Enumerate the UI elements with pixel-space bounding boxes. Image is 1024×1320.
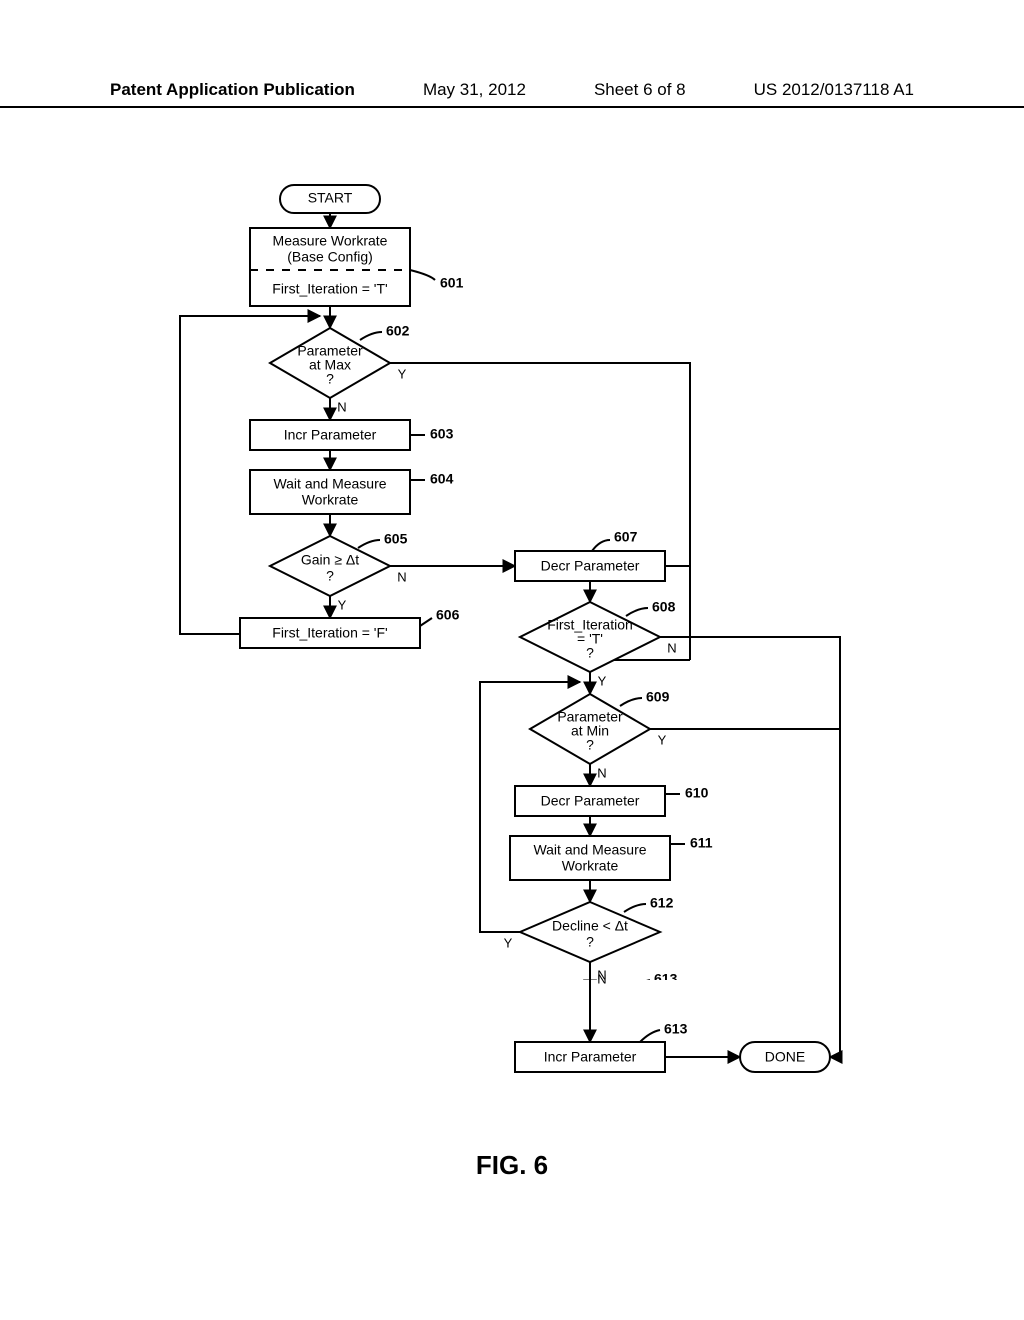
svg-text:613: 613 [664,1021,688,1037]
svg-text:Incr Parameter: Incr Parameter [284,427,377,443]
label-602: 602 [386,323,410,339]
leader-602 [360,332,382,340]
svg-text:N: N [597,971,606,986]
svg-text:Measure Workrate: Measure Workrate [273,233,388,249]
svg-text:Wait and Measure: Wait and Measure [273,476,386,492]
header-pubno: US 2012/0137118 A1 [754,80,914,100]
label-603: 603 [430,426,454,442]
page-header: Patent Application Publication May 31, 2… [0,80,1024,108]
label-609: 609 [646,689,670,705]
label-606: 606 [436,607,460,623]
leader-606 [420,618,432,626]
label-610: 610 [685,785,709,801]
svg-text:?: ? [326,371,334,387]
svg-text:Y: Y [398,366,407,381]
svg-text:(Base Config): (Base Config) [287,249,373,265]
label-601: 601 [440,275,464,291]
svg-text:?: ? [586,737,594,753]
svg-text:Decline < Δt: Decline < Δt [552,918,628,934]
leader-601 [410,270,435,280]
flowchart: START Measure Workrate (Base Config) Fir… [120,180,920,1130]
header-left: Patent Application Publication [110,80,355,100]
svg-text:Y: Y [504,935,513,950]
svg-text:N: N [597,765,606,780]
svg-text:Y: Y [658,732,667,747]
svg-text:First_Iteration = 'T': First_Iteration = 'T' [272,281,387,297]
label-608: 608 [652,599,676,615]
svg-text:Wait and Measure: Wait and Measure [533,842,646,858]
header-date: May 31, 2012 [423,80,526,100]
svg-text:Y: Y [598,673,607,688]
leader-608 [626,608,648,616]
label-607: 607 [614,529,638,545]
leader-612 [624,904,646,912]
svg-text:DONE: DONE [765,1049,805,1065]
figure-caption: FIG. 6 [0,1150,1024,1181]
svg-text:?: ? [586,934,594,950]
svg-text:N: N [397,569,406,584]
svg-text:Decr Parameter: Decr Parameter [541,793,640,809]
leader-605 [358,540,380,548]
svg-text:?: ? [326,568,334,584]
svg-text:Decr Parameter: Decr Parameter [541,558,640,574]
svg-text:Gain ≥ Δt: Gain ≥ Δt [301,552,359,568]
svg-text:?: ? [586,645,594,661]
svg-text:N: N [667,640,676,655]
svg-text:N: N [337,399,346,414]
svg-text:Incr Parameter: Incr Parameter [544,1049,637,1065]
svg-text:Workrate: Workrate [302,492,359,508]
start-label: START [308,190,353,206]
label-604: 604 [430,471,454,487]
label-611: 611 [690,835,713,851]
label-605: 605 [384,531,408,547]
leader-609 [620,698,642,706]
svg-text:First_Iteration = 'F': First_Iteration = 'F' [272,625,387,641]
svg-text:Y: Y [338,597,347,612]
label-612: 612 [650,895,674,911]
header-sheet: Sheet 6 of 8 [594,80,686,100]
svg-text:Workrate: Workrate [562,858,619,874]
leader-607 [592,540,610,551]
